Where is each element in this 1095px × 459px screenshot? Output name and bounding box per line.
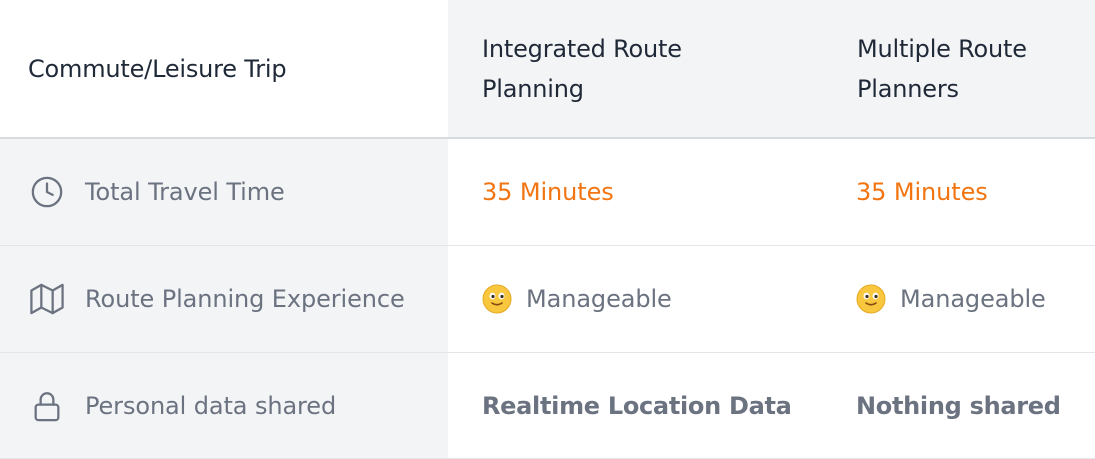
- personal-data-multiple: Nothing shared: [856, 391, 1061, 420]
- value-cell-route-experience-integrated: Manageable: [448, 246, 823, 353]
- travel-time-multiple: 35 Minutes: [856, 178, 988, 206]
- row-label-cell-travel-time: Total Travel Time: [0, 139, 448, 246]
- row-label-cell-route-experience: Route Planning Experience: [0, 246, 448, 353]
- value-cell-personal-data-integrated: Realtime Location Data: [448, 353, 823, 459]
- header-trip-cell: Commute/Leisure Trip: [0, 0, 448, 139]
- slightly-smiling-face-icon: [482, 284, 512, 314]
- row-label-travel-time: Total Travel Time: [85, 178, 285, 206]
- lock-icon: [30, 389, 64, 423]
- slightly-smiling-face-icon: [856, 284, 886, 314]
- row-label-route-experience: Route Planning Experience: [85, 285, 405, 313]
- column-title-multiple: Multiple Route Planners: [857, 34, 1027, 103]
- column-title-integrated: Integrated Route Planning: [482, 34, 682, 103]
- row-label-cell-personal-data: Personal data shared: [0, 353, 448, 459]
- personal-data-integrated: Realtime Location Data: [482, 391, 792, 420]
- comparison-table: Commute/Leisure Trip Integrated Route Pl…: [0, 0, 1095, 459]
- map-icon: [30, 282, 64, 316]
- value-cell-route-experience-multiple: Manageable: [823, 246, 1095, 353]
- clock-icon: [30, 175, 64, 209]
- value-cell-personal-data-multiple: Nothing shared: [823, 353, 1095, 459]
- travel-time-integrated: 35 Minutes: [482, 178, 614, 206]
- header-trip-label: Commute/Leisure Trip: [28, 54, 287, 83]
- route-experience-integrated: Manageable: [526, 285, 672, 313]
- value-cell-travel-time-integrated: 35 Minutes: [448, 139, 823, 246]
- row-label-personal-data: Personal data shared: [85, 391, 337, 420]
- value-cell-travel-time-multiple: 35 Minutes: [823, 139, 1095, 246]
- header-column-integrated: Integrated Route Planning: [448, 0, 823, 139]
- header-column-multiple: Multiple Route Planners: [823, 0, 1095, 139]
- route-experience-multiple: Manageable: [900, 285, 1046, 313]
